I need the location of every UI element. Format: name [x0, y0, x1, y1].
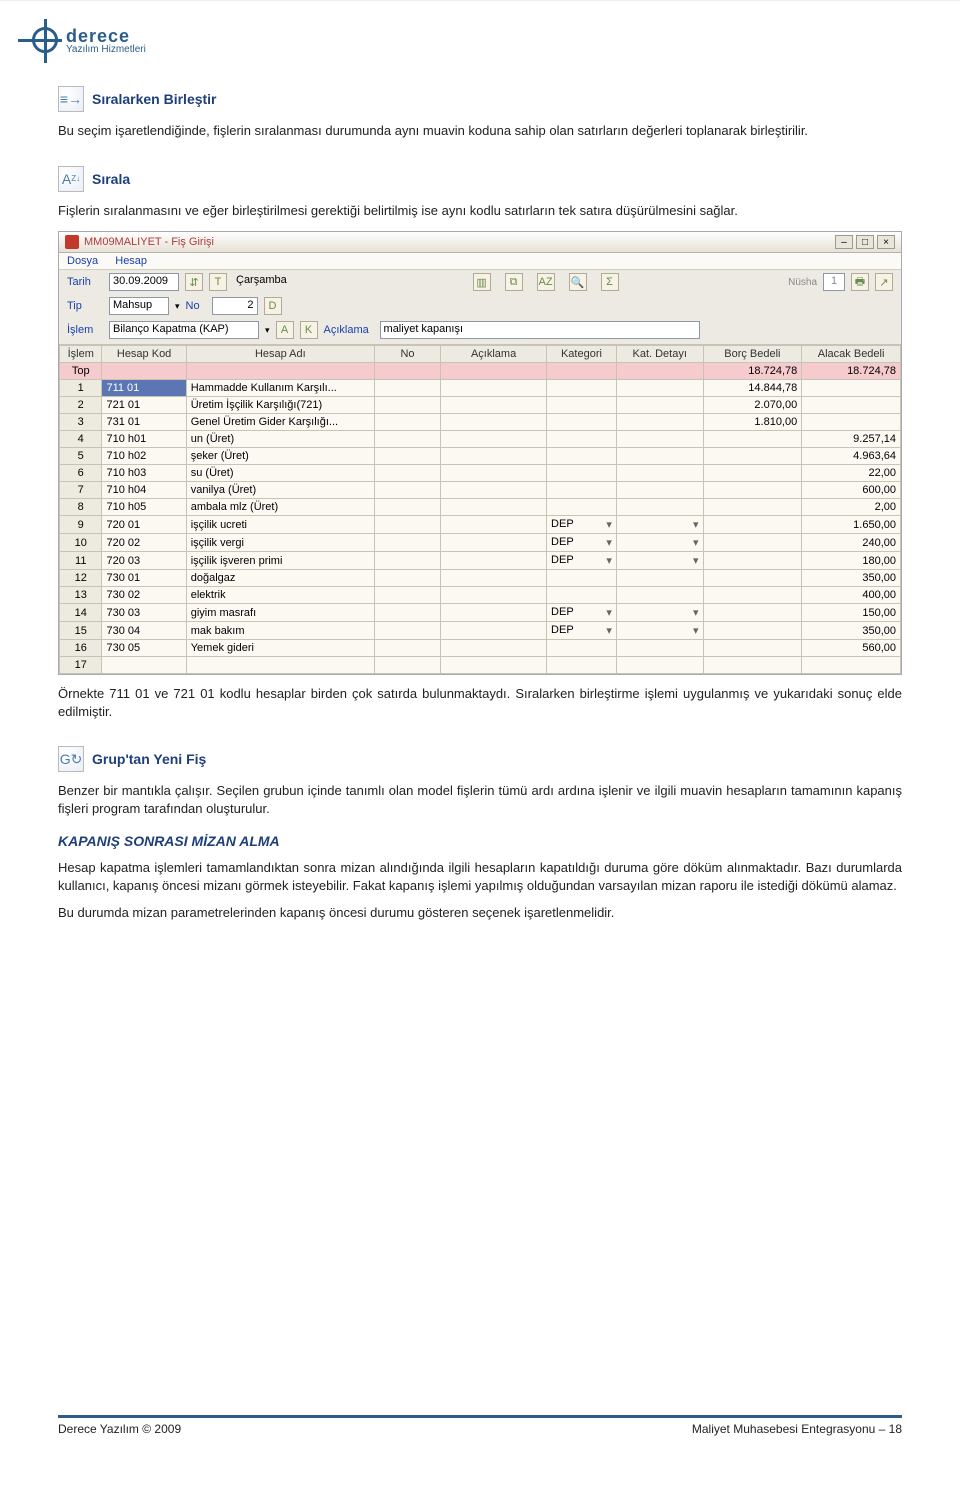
close-button[interactable]: × [877, 235, 895, 249]
field-tip[interactable]: Mahsup [109, 297, 169, 315]
heading-grup-yeni-fis: G↻ Grup'tan Yeni Fiş [58, 746, 902, 772]
tool-k-icon[interactable]: K [300, 321, 318, 339]
field-aciklama[interactable]: maliyet kapanışı [380, 321, 700, 339]
data-grid[interactable]: İşlemHesap KodHesap AdıNoAçıklamaKategor… [59, 345, 901, 674]
table-row[interactable]: 15730 04mak bakımDEP350,00 [60, 622, 901, 640]
grid-header[interactable]: Hesap Kod [102, 346, 186, 363]
field-gun: Çarşamba [233, 273, 303, 291]
table-row[interactable]: 7710 h04vanilya (Üret)600,00 [60, 482, 901, 499]
table-row[interactable]: 2721 01Üretim İşçilik Karşılığı(721)2.07… [60, 397, 901, 414]
menu-hesap[interactable]: Hesap [115, 255, 147, 267]
table-row[interactable]: 10720 02işçilik vergiDEP240,00 [60, 534, 901, 552]
tool-calc-icon[interactable]: Σ [601, 273, 619, 291]
section2-body: Fişlerin sıralanmasını ve eğer birleştir… [58, 202, 902, 220]
section4-body1: Hesap kapatma işlemleri tamamlandıktan s… [58, 859, 902, 894]
label-tip: Tip [67, 300, 103, 312]
grid-total-row: Top18.724,7818.724,78 [60, 363, 901, 380]
tool-find-icon[interactable]: 🔍 [569, 273, 587, 291]
window-title: MM09MALIYET - Fiş Girişi [84, 236, 835, 248]
heading-sirala: AZ↓ Sırala [58, 166, 902, 192]
section4-body2: Bu durumda mizan parametrelerinden kapan… [58, 904, 902, 922]
minimize-button[interactable]: – [835, 235, 853, 249]
calendar-icon[interactable]: T [209, 273, 227, 291]
label-tarih: Tarih [67, 276, 103, 288]
app-icon [65, 235, 79, 249]
table-row[interactable]: 6710 h03su (Üret)22,00 [60, 465, 901, 482]
label-islem: İşlem [67, 324, 103, 336]
grid-header[interactable]: İşlem [60, 346, 102, 363]
field-islem[interactable]: Bilanço Kapatma (KAP) [109, 321, 259, 339]
footer-left: Derece Yazılım © 2009 [58, 1422, 181, 1436]
label-aciklama: Açıklama [324, 324, 374, 336]
toolbar: ▥ ⧉ AZ 🔍 Σ [309, 273, 782, 291]
heading-title: Sırala [92, 171, 130, 187]
brand-name: derece [66, 27, 146, 45]
table-row[interactable]: 8710 h05ambala mlz (Üret)2,00 [60, 499, 901, 516]
heading-siralarken-birlestir: ≡→ Sıralarken Birleştir [58, 86, 902, 112]
label-nusha: Nüsha [788, 277, 817, 288]
tool-sort-icon[interactable]: AZ [537, 273, 555, 291]
grid-header[interactable]: Borç Bedeli [703, 346, 802, 363]
app-window: MM09MALIYET - Fiş Girişi – □ × Dosya Hes… [58, 231, 902, 675]
titlebar: MM09MALIYET - Fiş Girişi – □ × [59, 232, 901, 253]
tool-copy-icon[interactable]: ⧉ [505, 273, 523, 291]
date-spinner-icon[interactable]: ⇵ [185, 273, 203, 291]
table-row[interactable]: 12730 01doğalgaz350,00 [60, 570, 901, 587]
print-icon[interactable]: 🖶 [851, 273, 869, 291]
heading-kapanis-sonrasi: KAPANIŞ SONRASI MİZAN ALMA [58, 833, 902, 849]
table-row[interactable]: 9720 01işçilik ucretiDEP1.650,00 [60, 516, 901, 534]
grid-header[interactable]: Kategori [547, 346, 617, 363]
table-row[interactable]: 1711 01Hammadde Kullanım Karşılı...14.84… [60, 380, 901, 397]
brand-tagline: Yazılım Hizmetleri [66, 45, 146, 55]
doc-icon[interactable]: D [264, 297, 282, 315]
table-row[interactable]: 16730 05Yemek gideri560,00 [60, 640, 901, 657]
grid-header[interactable]: No [374, 346, 440, 363]
heading-title: Grup'tan Yeni Fiş [92, 751, 206, 767]
menubar: Dosya Hesap [59, 253, 901, 270]
grid-header[interactable]: Alacak Bedeli [802, 346, 901, 363]
grid-header[interactable]: Kat. Detayı [616, 346, 703, 363]
tool-a-icon[interactable]: A [276, 321, 294, 339]
section1-body: Bu seçim işaretlendiğinde, fişlerin sıra… [58, 122, 902, 140]
footer-right: Maliyet Muhasebesi Entegrasyonu – 18 [692, 1422, 902, 1436]
export-icon[interactable]: ↗ [875, 273, 893, 291]
table-row[interactable]: 4710 h01un (Üret)9.257,14 [60, 431, 901, 448]
brand-logo: derece Yazılım Hizmetleri [18, 19, 146, 63]
sort-az-icon: AZ↓ [58, 166, 84, 192]
section3-body: Benzer bir mantıkla çalışır. Seçilen gru… [58, 782, 902, 817]
table-row[interactable]: 3731 01Genel Üretim Gider Karşılığı...1.… [60, 414, 901, 431]
field-nusha[interactable]: 1 [823, 273, 845, 291]
table-row[interactable]: 5710 h02şeker (Üret)4.963,64 [60, 448, 901, 465]
heading-title: Sıralarken Birleştir [92, 91, 217, 107]
table-row[interactable]: 11720 03işçilik işveren primiDEP180,00 [60, 552, 901, 570]
logo-text: derece Yazılım Hizmetleri [66, 27, 146, 55]
table-row[interactable]: 14730 03giyim masrafıDEP150,00 [60, 604, 901, 622]
field-no[interactable]: 2 [212, 297, 258, 315]
menu-file[interactable]: Dosya [67, 255, 98, 267]
label-no: No [186, 300, 206, 312]
logo-mark [18, 19, 62, 63]
table-row[interactable]: 13730 02elektrik400,00 [60, 587, 901, 604]
field-tarih[interactable]: 30.09.2009 [109, 273, 179, 291]
nusha-block: Nüsha 1 🖶 ↗ [788, 273, 893, 291]
grid-header[interactable]: Hesap Adı [186, 346, 374, 363]
merge-sort-icon: ≡→ [58, 86, 84, 112]
grid-header[interactable]: Açıklama [441, 346, 547, 363]
page-footer: Derece Yazılım © 2009 Maliyet Muhasebesi… [58, 1415, 902, 1436]
table-row[interactable]: 17 [60, 657, 901, 674]
group-new-icon: G↻ [58, 746, 84, 772]
maximize-button[interactable]: □ [856, 235, 874, 249]
tool-new-icon[interactable]: ▥ [473, 273, 491, 291]
after-screenshot-text: Örnekte 711 01 ve 721 01 kodlu hesaplar … [58, 685, 902, 720]
